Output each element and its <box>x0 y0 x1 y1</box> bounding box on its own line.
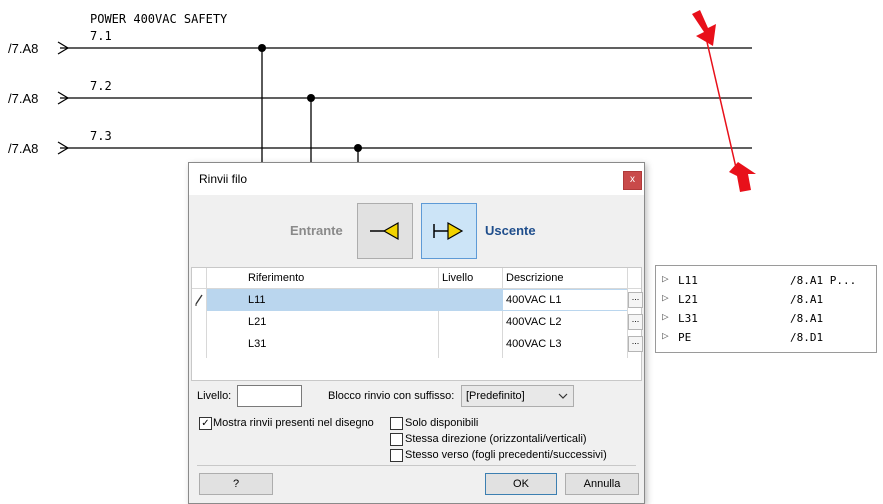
existing-references-panel: ▷ L11 /8.A1 P... ▷ L21 /8.A1 ▷ L31 /8.A1… <box>655 265 877 353</box>
edit-pencil-icon <box>195 294 203 306</box>
schematic-title: POWER 400VAC SAFETY <box>90 12 228 26</box>
only-available-label: Solo disponibili <box>405 417 479 429</box>
ok-button[interactable]: OK <box>485 473 557 495</box>
wire-label-3: 7.3 <box>90 129 112 143</box>
dialog-title: Rinvii filo <box>199 172 248 186</box>
reference-triangle-icon: ▷ <box>662 329 669 342</box>
suffix-select-value: [Predefinito] <box>466 390 525 402</box>
close-icon: x <box>630 174 635 185</box>
row-ellipsis-button[interactable]: ... <box>628 336 643 352</box>
same-direction-checkbox[interactable] <box>390 433 403 446</box>
show-existing-label: Mostra rinvii presenti nel disegno <box>213 417 374 429</box>
wire-ref-1: /7.A8 <box>8 41 39 56</box>
outgoing-button[interactable] <box>421 203 477 259</box>
red-arrow-top-icon <box>692 10 716 46</box>
incoming-label: Entrante <box>290 223 343 238</box>
same-direction-label: Stessa direzione (orizzontali/verticali) <box>405 433 587 445</box>
wire-reference-dialog: Rinvii filo x Entrante Uscente Riferimen… <box>188 162 645 504</box>
side-row[interactable]: ▷ L11 /8.A1 P... <box>662 272 872 291</box>
show-existing-checkbox[interactable]: ✓ <box>199 417 212 430</box>
incoming-arrow-icon <box>370 221 399 241</box>
wire-ref-2: /7.A8 <box>8 91 39 106</box>
suffix-select[interactable]: [Predefinito] <box>461 385 574 407</box>
cell-descrizione-editing[interactable]: 400VAC L1 <box>506 294 561 306</box>
only-available-checkbox[interactable] <box>390 417 403 430</box>
level-input[interactable] <box>237 385 302 407</box>
junction-dot <box>258 44 266 52</box>
column-header-livello[interactable]: Livello <box>442 268 473 288</box>
references-table: Riferimento Livello Descrizione L11 400V… <box>191 267 643 381</box>
column-header-descrizione[interactable]: Descrizione <box>506 268 563 288</box>
outgoing-arrow-icon <box>433 221 464 241</box>
cell-riferimento[interactable]: L11 <box>248 294 266 306</box>
side-row[interactable]: ▷ L21 /8.A1 <box>662 291 872 310</box>
reference-triangle-icon: ▷ <box>662 310 669 323</box>
column-header-riferimento[interactable]: Riferimento <box>248 268 304 288</box>
help-button[interactable]: ? <box>199 473 273 495</box>
table-row[interactable]: L21 400VAC L2 ... <box>192 311 643 333</box>
row-ellipsis-button[interactable]: ... <box>628 292 643 308</box>
side-row[interactable]: ▷ L31 /8.A1 <box>662 310 872 329</box>
same-verse-checkbox[interactable] <box>390 449 403 462</box>
cell-riferimento[interactable]: L21 <box>248 316 266 328</box>
junction-dot <box>354 144 362 152</box>
side-row[interactable]: ▷ PE /8.D1 <box>662 329 872 348</box>
selection-line <box>706 41 738 173</box>
cell-descrizione[interactable]: 400VAC L3 <box>506 338 561 350</box>
reference-triangle-icon: ▷ <box>662 272 669 285</box>
dialog-titlebar[interactable]: Rinvii filo x <box>189 163 644 195</box>
divider <box>197 465 636 466</box>
red-arrow-bottom-icon <box>729 162 756 192</box>
outgoing-label: Uscente <box>485 223 536 238</box>
chevron-down-icon <box>558 393 568 399</box>
same-verse-label: Stesso verso (fogli precedenti/successiv… <box>405 449 607 461</box>
cell-riferimento[interactable]: L31 <box>248 338 266 350</box>
suffix-label: Blocco rinvio con suffisso: <box>328 390 455 402</box>
cell-descrizione[interactable]: 400VAC L2 <box>506 316 561 328</box>
table-row[interactable]: L31 400VAC L3 ... <box>192 333 643 355</box>
close-button[interactable]: x <box>623 171 642 190</box>
table-row[interactable]: L11 400VAC L1 ... <box>192 289 643 311</box>
row-ellipsis-button[interactable]: ... <box>628 314 643 330</box>
reference-triangle-icon: ▷ <box>662 291 669 304</box>
cancel-button[interactable]: Annulla <box>565 473 639 495</box>
wire-label-1: 7.1 <box>90 29 112 43</box>
incoming-button[interactable] <box>357 203 413 259</box>
wire-ref-3: /7.A8 <box>8 141 39 156</box>
level-label: Livello: <box>197 390 232 402</box>
junction-dot <box>307 94 315 102</box>
wire-label-2: 7.2 <box>90 79 112 93</box>
